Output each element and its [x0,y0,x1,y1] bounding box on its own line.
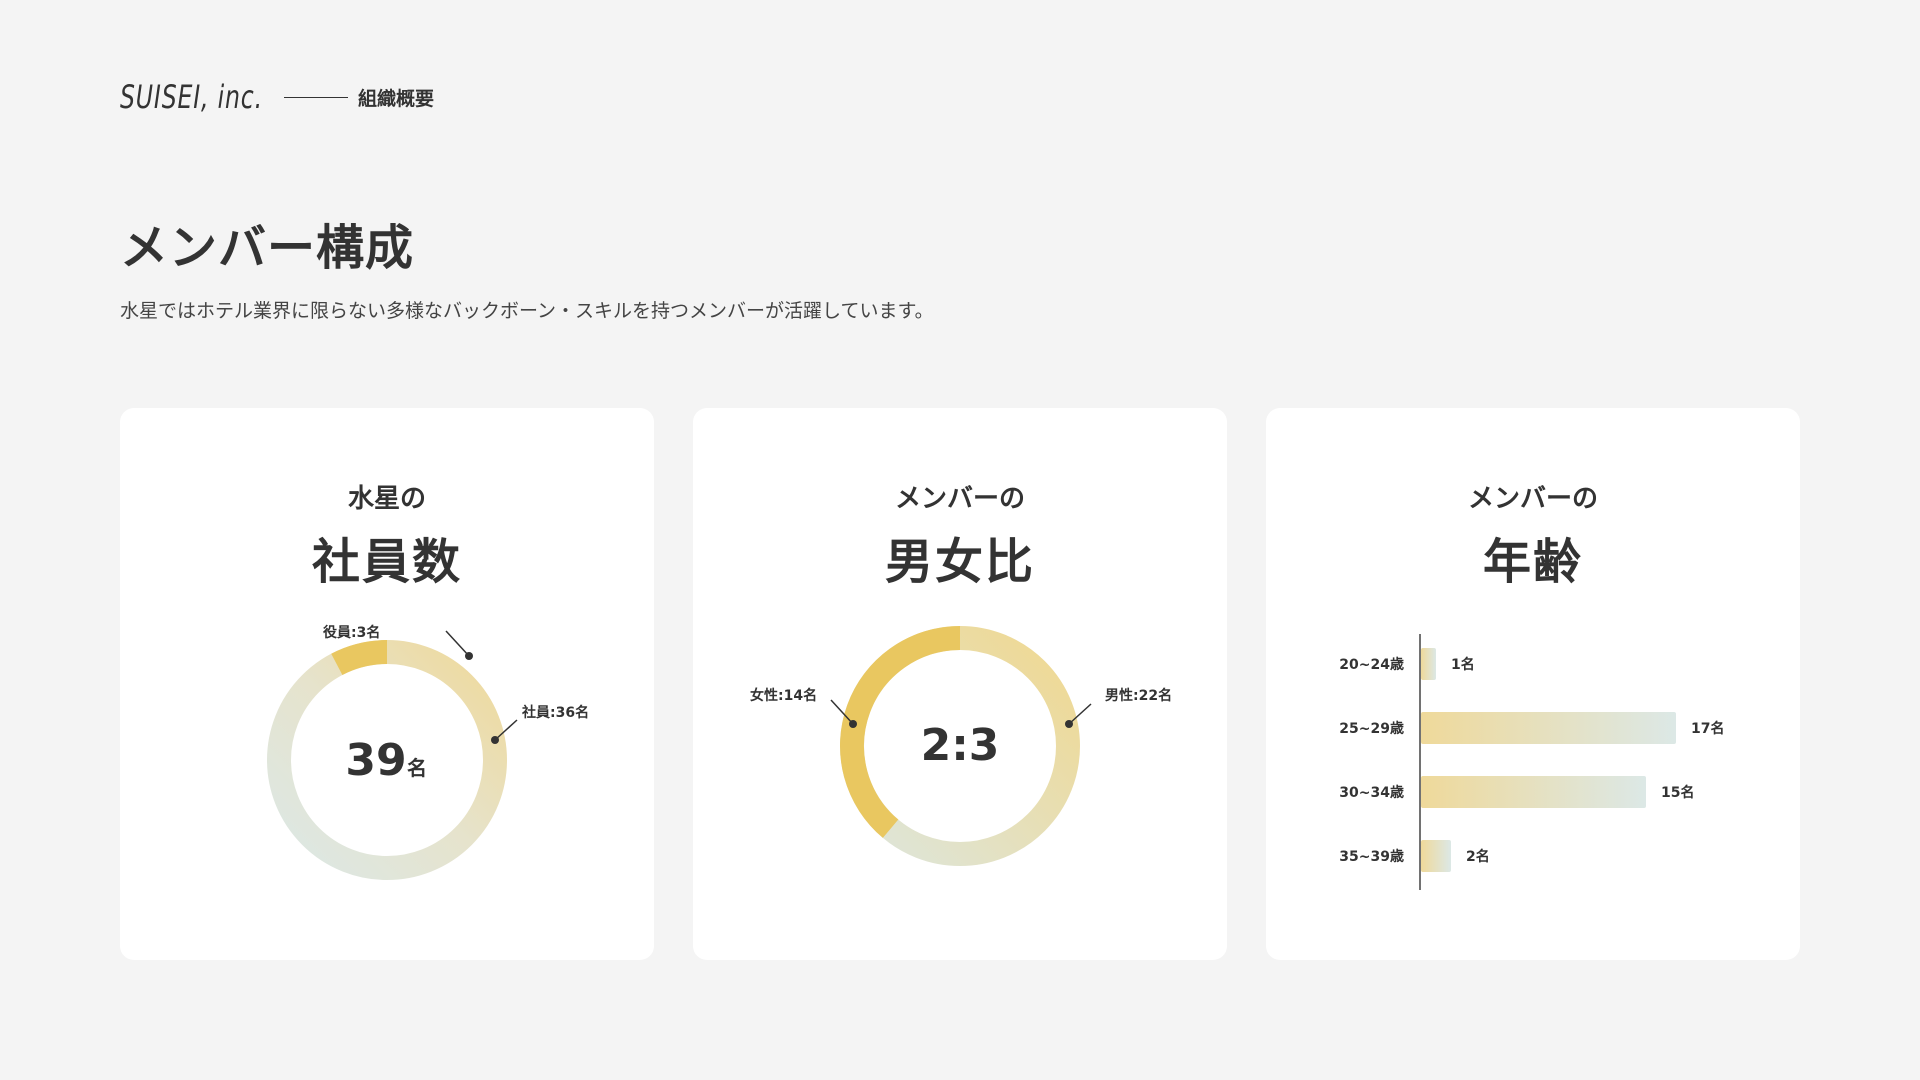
age-value-label: 1名 [1451,656,1475,673]
age-value-label: 17名 [1691,720,1724,737]
section-label: 組織概要 [358,87,435,110]
label-male: 男性:22名 [1105,687,1172,704]
age-category-label: 30~34歳 [1339,784,1404,801]
label-female: 女性:14名 [750,687,817,704]
age-bar [1421,712,1676,744]
label-executives: 役員:3名 [323,624,380,641]
company-logo: SUISEI, inc. [120,78,263,116]
center-ratio: 2:3 [921,720,1000,771]
age-category-label: 25~29歳 [1339,720,1404,737]
leader-dot-female [849,720,857,728]
age-bar-chart: 20~24歳 1名 25~29歳 17名 30~34歳 15名 35~39歳 2名 [1339,634,1724,890]
age-category-label: 20~24歳 [1339,656,1404,673]
employee-count-card: 水星の 社員数 役員:3名 社員:36名 39 名 [120,408,654,960]
age-category-label: 35~39歳 [1339,848,1404,865]
page-description: 水星ではホテル業界に限らない多様なバックボーン・スキルを持つメンバーが活躍してい… [120,300,934,322]
age-bar [1421,776,1646,808]
leader-dot-employees [491,736,499,744]
leader-line-executives [445,630,470,657]
page-title: メンバー構成 [120,220,415,276]
age-bar [1421,648,1436,680]
slice-executives [331,640,388,676]
age-distribution-card: メンバーの 年齢 20~24歳 1名 25~29歳 17名 30~34歳 15名 35~39… [1266,408,1800,960]
age-bar [1421,840,1451,872]
age-value-label: 2名 [1466,848,1490,865]
age-value-label: 15名 [1661,784,1694,801]
employee-donut-chart: 役員:3名 社員:36名 39 名 [267,624,589,880]
center-total: 39 [345,735,406,786]
leader-dot-male [1065,720,1073,728]
page-header: SUISEI, inc. 組織概要 [120,78,434,116]
label-employees: 社員:36名 [521,704,589,721]
gender-ratio-card: メンバーの 男女比 女性:14名 男性:22名 2:3 [693,408,1227,960]
header-divider [284,96,348,98]
gender-donut-chart: 女性:14名 男性:22名 2:3 [750,626,1172,866]
center-unit: 名 [407,756,427,780]
leader-dot-executives [465,652,473,660]
